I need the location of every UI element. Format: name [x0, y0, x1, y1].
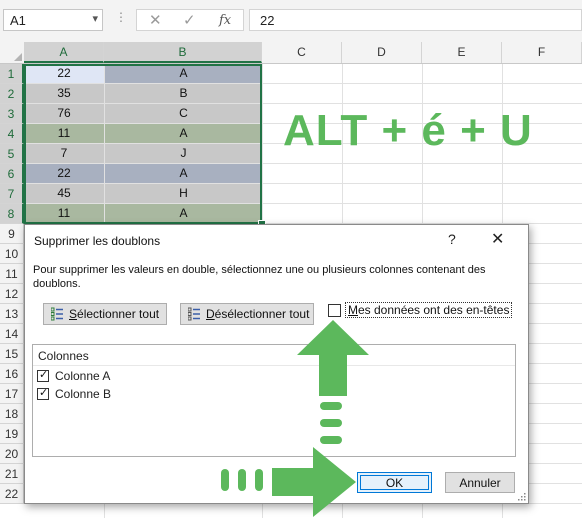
- cell-a5[interactable]: 7: [24, 144, 104, 163]
- row-header-22[interactable]: 22: [0, 484, 24, 504]
- cell-b2[interactable]: B: [105, 84, 262, 103]
- row-header-18[interactable]: 18: [0, 404, 24, 424]
- cell-b8[interactable]: A: [105, 204, 262, 223]
- column-b-checkbox[interactable]: [37, 386, 49, 400]
- formula-value: 22: [260, 13, 275, 28]
- cell-a4[interactable]: 11: [24, 124, 104, 143]
- cell-a8[interactable]: 11: [24, 204, 104, 223]
- headers-checkbox[interactable]: [328, 304, 341, 317]
- row-header-7[interactable]: 7: [0, 184, 24, 204]
- cell-b6[interactable]: A: [105, 164, 262, 183]
- row-header-2[interactable]: 2: [0, 84, 24, 104]
- row-header-8[interactable]: 8: [0, 204, 24, 224]
- name-box[interactable]: A1 ▾: [3, 9, 103, 31]
- dialog-title: Supprimer les doublons: [34, 234, 161, 248]
- column-header-row: A B C D E F: [0, 42, 582, 64]
- row-header-16[interactable]: 16: [0, 364, 24, 384]
- fx-icon[interactable]: fx: [219, 13, 231, 28]
- formula-buttons: ✕ ✓ fx: [136, 9, 244, 31]
- select-all-button[interactable]: Sélectionner tout: [43, 303, 167, 325]
- select-all-icon: [51, 307, 63, 321]
- formula-input[interactable]: 22: [249, 9, 582, 31]
- column-item-label: Colonne A: [55, 369, 111, 383]
- deselect-all-label: Désélectionner tout: [206, 307, 310, 321]
- row-header-13[interactable]: 13: [0, 304, 24, 324]
- cell-a2[interactable]: 35: [24, 84, 104, 103]
- column-header-e[interactable]: E: [422, 42, 502, 63]
- row-header-20[interactable]: 20: [0, 444, 24, 464]
- row-header-6[interactable]: 6: [0, 164, 24, 184]
- cell-a1[interactable]: 22: [24, 64, 104, 83]
- formula-bar-grip-icon: ⋮: [115, 10, 127, 24]
- resize-grip-icon[interactable]: [518, 493, 526, 501]
- help-icon[interactable]: ?: [448, 231, 456, 247]
- column-item-b[interactable]: Colonne B: [37, 386, 112, 401]
- confirm-entry-icon[interactable]: ✓: [183, 11, 196, 29]
- column-a-checkbox[interactable]: [37, 368, 49, 382]
- row-header-17[interactable]: 17: [0, 384, 24, 404]
- row-header-15[interactable]: 15: [0, 344, 24, 364]
- column-item-a[interactable]: Colonne A: [37, 368, 111, 383]
- headers-checkbox-label[interactable]: Mes données ont des en-têtes: [345, 302, 513, 318]
- columns-divider: [33, 365, 515, 366]
- row-header-10[interactable]: 10: [0, 244, 24, 264]
- row-header-4[interactable]: 4: [0, 124, 24, 144]
- cancel-button[interactable]: Annuler: [445, 472, 515, 493]
- row-header-11[interactable]: 11: [0, 264, 24, 284]
- row-header-19[interactable]: 19: [0, 424, 24, 444]
- cancel-entry-icon[interactable]: ✕: [149, 11, 162, 29]
- dialog-description: Pour supprimer les valeurs en double, sé…: [33, 264, 486, 290]
- formula-bar: A1 ▾ ⋮ ✕ ✓ fx 22: [0, 0, 582, 42]
- row-header-3[interactable]: 3: [0, 104, 24, 124]
- column-header-b[interactable]: B: [104, 42, 262, 63]
- remove-duplicates-dialog: Supprimer les doublons ? ✕ Pour supprime…: [24, 224, 529, 504]
- select-all-corner[interactable]: [0, 42, 25, 63]
- cell-a6[interactable]: 22: [24, 164, 104, 183]
- name-box-value: A1: [10, 13, 26, 28]
- column-header-f[interactable]: F: [502, 42, 582, 63]
- chevron-down-icon[interactable]: ▾: [92, 12, 98, 25]
- column-header-a[interactable]: A: [24, 42, 104, 63]
- ok-button[interactable]: OK: [357, 472, 432, 493]
- deselect-all-icon: [188, 307, 200, 321]
- row-header-14[interactable]: 14: [0, 324, 24, 344]
- shortcut-annotation: ALT + é + U: [283, 106, 533, 155]
- deselect-all-button[interactable]: Désélectionner tout: [180, 303, 314, 325]
- row-header-21[interactable]: 21: [0, 464, 24, 484]
- cell-a7[interactable]: 45: [24, 184, 104, 203]
- cell-b3[interactable]: C: [105, 104, 262, 123]
- select-all-label: Sélectionner tout: [69, 307, 160, 321]
- cell-b7[interactable]: H: [105, 184, 262, 203]
- row-header-12[interactable]: 12: [0, 284, 24, 304]
- column-item-label: Colonne B: [55, 387, 112, 401]
- cell-b4[interactable]: A: [105, 124, 262, 143]
- cell-a3[interactable]: 76: [24, 104, 104, 123]
- close-icon[interactable]: ✕: [491, 229, 504, 249]
- column-header-c[interactable]: C: [262, 42, 342, 63]
- columns-title: Colonnes: [38, 349, 89, 363]
- cell-b1[interactable]: A: [105, 64, 262, 83]
- columns-list: Colonnes Colonne A Colonne B: [32, 344, 516, 457]
- row-header-9[interactable]: 9: [0, 224, 24, 244]
- cell-b5[interactable]: J: [105, 144, 262, 163]
- row-header-1[interactable]: 1: [0, 64, 24, 84]
- column-header-d[interactable]: D: [342, 42, 422, 63]
- row-header-5[interactable]: 5: [0, 144, 24, 164]
